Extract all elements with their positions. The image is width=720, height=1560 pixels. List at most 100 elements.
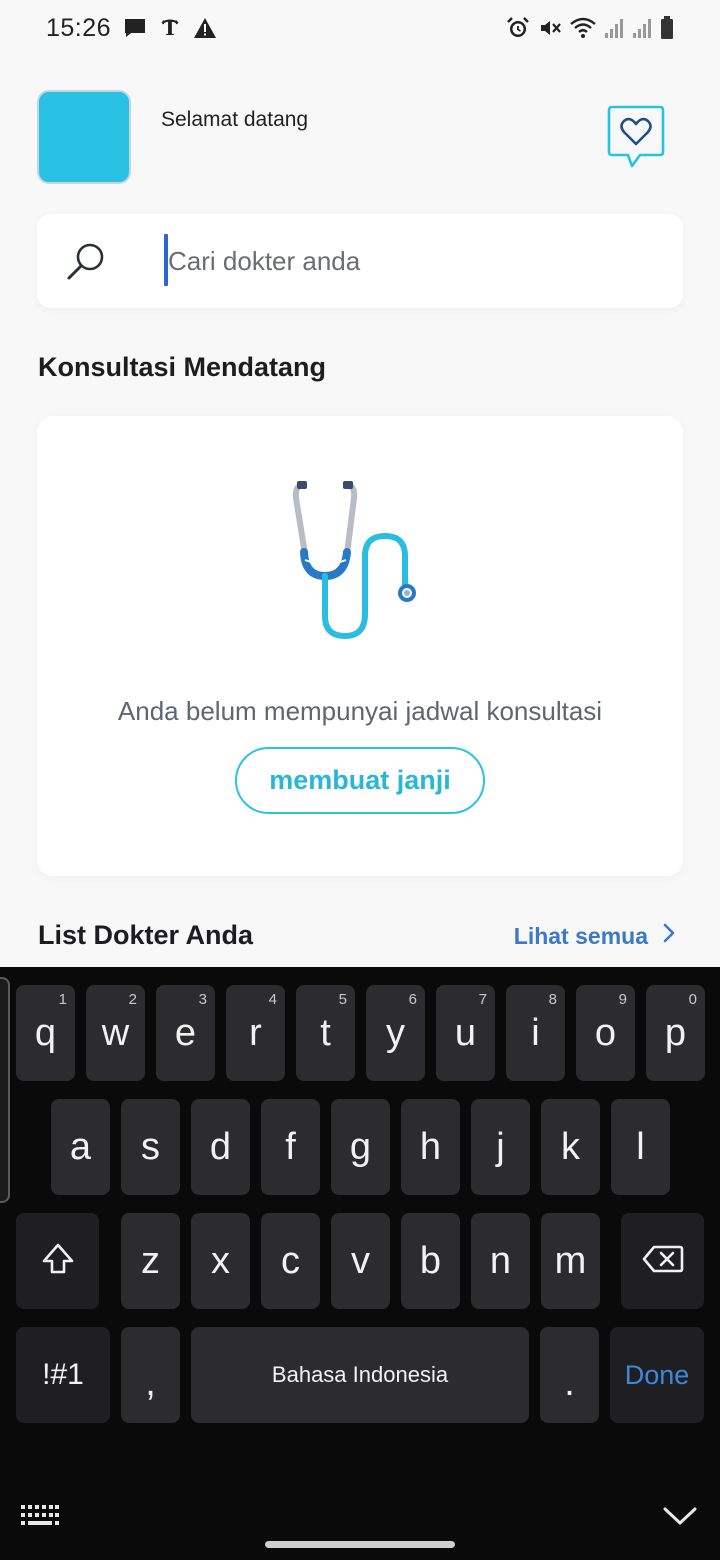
key-label: q [34,1011,57,1054]
key-label: e [174,1011,197,1054]
key-u[interactable]: 7u [436,985,495,1081]
key-f[interactable]: f [261,1099,320,1195]
backspace-key[interactable] [621,1213,704,1309]
shift-icon [40,1241,76,1282]
stethoscope-icon [287,476,437,644]
key-label: l [636,1125,645,1168]
key-label: m [554,1239,587,1282]
keyboard-hide-icon[interactable] [662,1503,698,1529]
key-j[interactable]: j [471,1099,530,1195]
status-right [506,16,674,40]
key-w[interactable]: 2w [86,985,145,1081]
key-label: t [320,1011,331,1054]
status-bar: 15:26 T [0,0,720,56]
key-hint: 8 [548,991,557,1008]
key-label: . [564,1361,575,1404]
key-i[interactable]: 8i [506,985,565,1081]
search-bar[interactable] [37,214,683,308]
key-d[interactable]: d [191,1099,250,1195]
comma-key[interactable]: , [121,1327,180,1423]
key-x[interactable]: x [191,1213,250,1309]
key-hint: 2 [128,991,137,1008]
backspace-icon [642,1244,684,1279]
upcoming-title: Konsultasi Mendatang [38,352,327,382]
key-q[interactable]: 1q [16,985,75,1081]
symbols-key[interactable]: !#1 [16,1327,110,1423]
see-all-label: Lihat semua [513,922,648,949]
key-hint: 3 [198,991,207,1008]
shift-key[interactable] [16,1213,99,1309]
see-all-link[interactable]: Lihat semua [514,922,676,950]
key-t[interactable]: 5t [296,985,355,1081]
key-label: v [351,1239,370,1282]
message-icon [123,17,147,39]
wifi-icon [570,16,596,40]
key-label: y [386,1011,405,1054]
key-label: a [69,1125,92,1168]
key-r[interactable]: 4r [226,985,285,1081]
key-hint: 1 [58,991,67,1008]
key-label: d [209,1125,232,1168]
key-label: p [664,1011,687,1054]
key-s[interactable]: s [121,1099,180,1195]
status-time: 15:26 [46,13,112,42]
key-g[interactable]: g [331,1099,390,1195]
signal-icon [604,17,624,39]
empty-state-text: Anda belum mempunyai jadwal konsultasi [117,696,603,726]
key-m[interactable]: m [541,1213,600,1309]
warning-icon [193,17,217,39]
key-label: Done [624,1359,690,1390]
avatar[interactable] [37,90,131,184]
search-icon [65,240,107,282]
home-indicator[interactable] [265,1541,455,1548]
key-l[interactable]: l [611,1099,670,1195]
key-label: z [141,1239,160,1282]
key-p[interactable]: 0p [646,985,705,1081]
key-hint: 7 [478,991,487,1008]
key-e[interactable]: 3e [156,985,215,1081]
key-n[interactable]: n [471,1213,530,1309]
key-label: c [281,1239,300,1282]
key-k[interactable]: k [541,1099,600,1195]
period-key[interactable]: . [540,1327,599,1423]
key-label: j [496,1125,505,1168]
key-label: n [489,1239,512,1282]
key-hint: 0 [688,991,697,1008]
key-label: r [249,1011,262,1054]
key-z[interactable]: z [121,1213,180,1309]
status-left: 15:26 T [46,14,217,43]
key-label: g [349,1125,372,1168]
key-hint: 9 [618,991,627,1008]
key-label: !#1 [42,1358,84,1391]
key-label: h [419,1125,442,1168]
search-input[interactable] [168,236,648,286]
nyt-icon: T [159,17,181,39]
key-hint: 6 [408,991,417,1008]
alarm-icon [506,16,530,40]
key-label: i [531,1011,540,1054]
key-label: o [594,1011,617,1054]
key-y[interactable]: 6y [366,985,425,1081]
key-b[interactable]: b [401,1213,460,1309]
key-o[interactable]: 9o [576,985,635,1081]
keyboard-drag-handle[interactable] [0,977,10,1203]
key-label: f [285,1125,296,1168]
space-key[interactable]: Bahasa Indonesia [191,1327,529,1423]
make-appointment-button[interactable]: membuat janji [235,747,485,814]
key-v[interactable]: v [331,1213,390,1309]
upcoming-card: Anda belum mempunyai jadwal konsultasi m… [37,416,683,876]
welcome-text: Selamat datang [161,108,309,131]
key-label: b [419,1239,442,1282]
key-label: , [145,1361,156,1404]
key-label: k [561,1125,580,1168]
key-label: x [211,1239,230,1282]
signal-icon [632,17,652,39]
mute-icon [538,16,562,40]
chat-heart-icon[interactable] [606,104,666,170]
key-label: Bahasa Indonesia [271,1362,449,1387]
key-h[interactable]: h [401,1099,460,1195]
done-key[interactable]: Done [610,1327,704,1423]
keyboard-grid-icon[interactable] [20,1503,60,1529]
key-a[interactable]: a [51,1099,110,1195]
key-c[interactable]: c [261,1213,320,1309]
